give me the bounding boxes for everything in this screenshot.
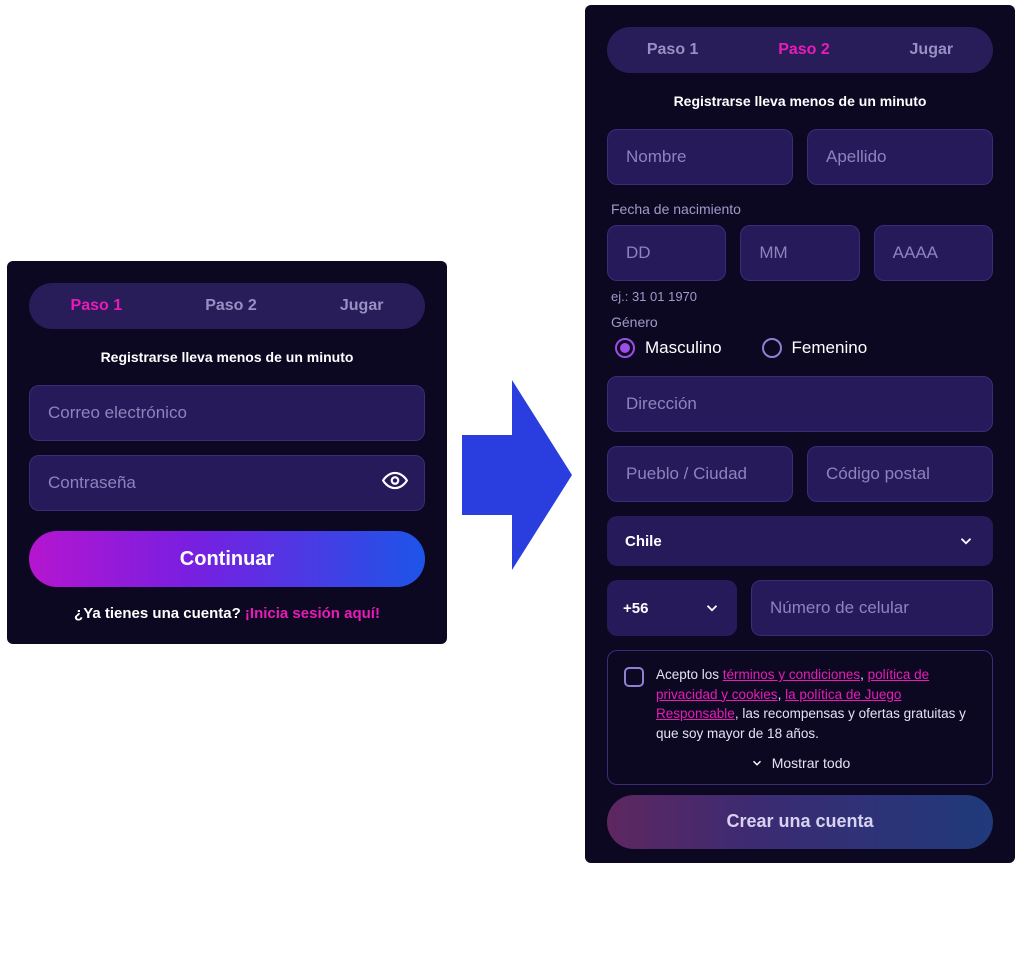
phone-country-code-select[interactable]: +56 [607, 580, 737, 636]
dob-year-field[interactable]: AAAA [874, 225, 993, 281]
terms-text: Acepto los términos y condiciones, polít… [656, 665, 976, 743]
login-link[interactable]: ¡Inicia sesión aquí! [245, 605, 380, 622]
country-selected-value: Chile [625, 533, 662, 550]
signup-subtitle: Registrarse lleva menos de un minuto [607, 93, 993, 109]
postal-code-placeholder: Código postal [826, 464, 930, 484]
first-name-field[interactable]: Nombre [607, 129, 793, 185]
gender-radio-group: Masculino Femenino [607, 338, 993, 358]
tab-paso-2[interactable]: Paso 2 [205, 297, 257, 315]
terms-sep: , [778, 687, 786, 702]
continue-button[interactable]: Continuar [29, 531, 425, 587]
phone-number-field[interactable]: Número de celular [751, 580, 993, 636]
last-name-field[interactable]: Apellido [807, 129, 993, 185]
chevron-down-icon [957, 532, 975, 550]
first-name-placeholder: Nombre [626, 147, 686, 167]
address-placeholder: Dirección [626, 394, 697, 414]
terms-box: Acepto los términos y condiciones, polít… [607, 650, 993, 785]
tab-paso-1[interactable]: Paso 1 [647, 41, 699, 59]
terms-checkbox[interactable] [624, 667, 644, 687]
dob-hint: ej.: 31 01 1970 [611, 289, 993, 304]
chevron-down-icon [703, 599, 721, 617]
dob-month-field[interactable]: MM [740, 225, 859, 281]
step-tabs: Paso 1 Paso 2 Jugar [29, 283, 425, 329]
gender-option-femenino[interactable]: Femenino [762, 338, 868, 358]
address-field[interactable]: Dirección [607, 376, 993, 432]
dob-day-placeholder: DD [626, 243, 651, 263]
tab-paso-2[interactable]: Paso 2 [778, 41, 830, 59]
radio-icon [762, 338, 782, 358]
create-account-button[interactable]: Crear una cuenta [607, 795, 993, 849]
terms-sep: , [860, 667, 868, 682]
dob-month-placeholder: MM [759, 243, 787, 263]
step-tabs: Paso 1 Paso 2 Jugar [607, 27, 993, 73]
radio-icon [615, 338, 635, 358]
city-placeholder: Pueblo / Ciudad [626, 464, 747, 484]
country-select[interactable]: Chile [607, 516, 993, 566]
flow-arrow-icon [462, 380, 572, 570]
gender-option-masculino[interactable]: Masculino [615, 338, 722, 358]
show-all-toggle[interactable]: Mostrar todo [624, 753, 976, 773]
phone-placeholder: Número de celular [770, 598, 909, 618]
postal-code-field[interactable]: Código postal [807, 446, 993, 502]
gender-option-label: Masculino [645, 338, 722, 358]
signup-step2-card: Paso 1 Paso 2 Jugar Registrarse lleva me… [585, 5, 1015, 863]
toggle-password-visibility[interactable] [382, 468, 408, 499]
email-placeholder: Correo electrónico [48, 403, 187, 423]
last-name-placeholder: Apellido [826, 147, 887, 167]
password-placeholder: Contraseña [48, 473, 136, 493]
have-account-row: ¿Ya tienes una cuenta? ¡Inicia sesión aq… [29, 605, 425, 622]
show-all-label: Mostrar todo [772, 753, 851, 773]
terms-conditions-link[interactable]: términos y condiciones [723, 667, 860, 682]
gender-option-label: Femenino [792, 338, 868, 358]
tab-jugar[interactable]: Jugar [910, 41, 954, 59]
gender-label: Género [611, 314, 993, 330]
dob-year-placeholder: AAAA [893, 243, 938, 263]
dob-day-field[interactable]: DD [607, 225, 726, 281]
dob-label: Fecha de nacimiento [611, 201, 993, 217]
signup-step1-card: Paso 1 Paso 2 Jugar Registrarse lleva me… [7, 261, 447, 644]
email-field[interactable]: Correo electrónico [29, 385, 425, 441]
tab-jugar[interactable]: Jugar [340, 297, 384, 315]
signup-subtitle: Registrarse lleva menos de un minuto [29, 349, 425, 365]
chevron-down-icon [750, 756, 764, 770]
city-field[interactable]: Pueblo / Ciudad [607, 446, 793, 502]
password-field[interactable]: Contraseña [29, 455, 425, 511]
have-account-text: ¿Ya tienes una cuenta? [74, 605, 245, 622]
tab-paso-1[interactable]: Paso 1 [71, 297, 123, 315]
phone-code-value: +56 [623, 600, 648, 617]
eye-icon [382, 468, 408, 494]
terms-prefix: Acepto los [656, 667, 723, 682]
